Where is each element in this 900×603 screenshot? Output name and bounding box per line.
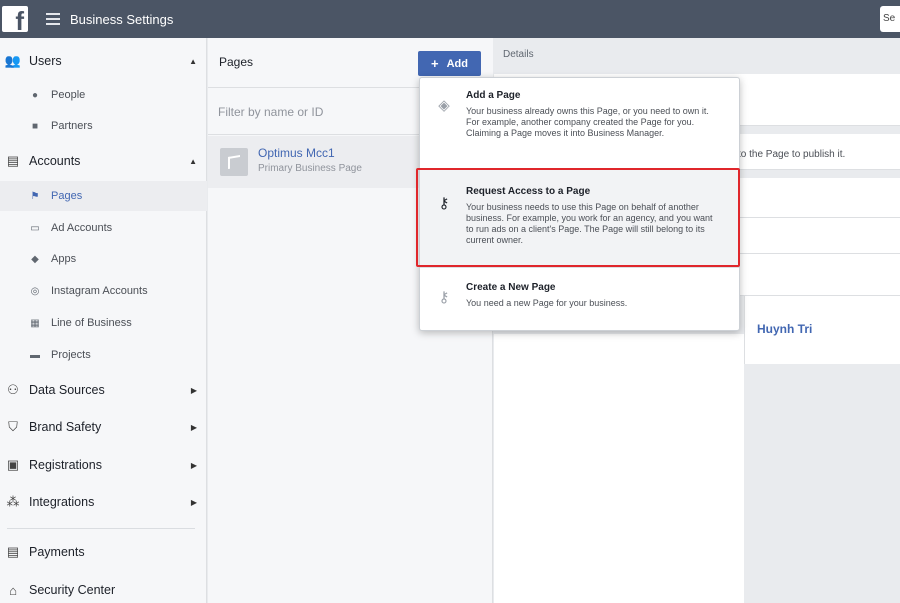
facebook-logo[interactable]: f — [2, 6, 28, 32]
plus-icon: + — [431, 56, 439, 71]
sidebar-item-brand-safety[interactable]: ⛉ Brand Safety ▶ — [0, 412, 207, 442]
data-sources-icon: ⚇ — [7, 382, 19, 397]
menu-item-title: Add a Page — [466, 90, 521, 101]
caret-up-icon: ▲ — [189, 156, 197, 166]
menu-icon[interactable] — [46, 13, 60, 25]
sidebar-item-partners[interactable]: ■ Partners — [0, 111, 207, 141]
cube-icon: ◆ — [31, 253, 39, 265]
instagram-icon: ◎ — [30, 285, 40, 297]
details-content — [494, 334, 744, 603]
sidebar: 👥 Users ▲ ● People ■ Partners ▤ Accounts… — [0, 38, 207, 603]
sidebar-item-security-center[interactable]: ⌂ Security Center — [0, 575, 207, 603]
person-icon: ● — [31, 89, 39, 101]
sidebar-item-projects[interactable]: ▬ Projects — [0, 340, 207, 370]
search-input[interactable]: Se — [880, 6, 900, 32]
people-card: Huynh Tri — [744, 296, 900, 364]
sidebar-item-line-of-business[interactable]: ▦ Line of Business — [0, 308, 207, 338]
shield-icon: ⛉ — [8, 419, 18, 434]
sidebar-item-registrations[interactable]: ▣ Registrations ▶ — [0, 450, 207, 480]
clipboard-icon: ▣ — [6, 457, 20, 472]
payments-icon: ▤ — [6, 544, 20, 559]
menu-item-add-a-page[interactable]: ◈ Add a Page Your business already owns … — [420, 78, 739, 168]
highlight-box — [416, 168, 740, 267]
sidebar-item-payments[interactable]: ▤ Payments — [0, 537, 207, 567]
details-label: Details — [503, 49, 534, 60]
folder-icon: ▬ — [30, 349, 40, 361]
caret-right-icon: ▶ — [190, 385, 197, 395]
caret-up-icon: ▲ — [189, 56, 197, 66]
ad-account-icon: ▭ — [30, 222, 40, 234]
person-name-link[interactable]: Huynh Tri — [757, 322, 812, 336]
lock-icon: ⌂ — [9, 582, 17, 598]
sidebar-item-pages[interactable]: ⚑ Pages — [0, 181, 207, 211]
caret-right-icon: ▶ — [190, 422, 197, 432]
page-subtitle: Primary Business Page — [258, 163, 362, 174]
sidebar-item-instagram-accounts[interactable]: ◎ Instagram Accounts — [0, 276, 207, 306]
sidebar-item-data-sources[interactable]: ⚇ Data Sources ▶ — [0, 375, 207, 405]
menu-item-description: You need a new Page for your business. — [466, 298, 628, 308]
app-title: Business Settings — [70, 11, 174, 27]
accounts-icon: ▤ — [6, 153, 20, 168]
publish-hint-text: to the Page to publish it. — [738, 149, 846, 160]
sidebar-divider — [7, 528, 195, 529]
page-name: Optimus Mcc1 — [258, 146, 335, 160]
menu-item-description: Your business already owns this Page, or… — [466, 106, 709, 138]
users-icon: 👥 — [4, 53, 22, 68]
top-bar: f Business Settings Se — [0, 0, 900, 38]
sidebar-item-ad-accounts[interactable]: ▭ Ad Accounts — [0, 213, 207, 243]
sidebar-item-apps[interactable]: ◆ Apps — [0, 244, 207, 274]
add-button[interactable]: + Add — [418, 51, 481, 76]
sidebar-item-users[interactable]: 👥 Users ▲ — [0, 46, 207, 76]
key-outline-icon: ⚷ — [438, 289, 450, 306]
caret-right-icon: ▶ — [190, 497, 197, 507]
menu-item-create-new-page[interactable]: ⚷ Create a New Page You need a new Page … — [420, 268, 739, 330]
sidebar-item-integrations[interactable]: ⁂ Integrations ▶ — [0, 487, 207, 517]
grid-icon: ▦ — [30, 317, 40, 329]
flag-icon: ⚑ — [30, 190, 40, 202]
briefcase-icon: ■ — [31, 120, 39, 132]
sidebar-item-accounts[interactable]: ▤ Accounts ▲ — [0, 146, 207, 176]
sidebar-item-people[interactable]: ● People — [0, 80, 207, 110]
menu-item-title: Create a New Page — [466, 282, 556, 293]
page-thumbnail-icon — [220, 148, 248, 176]
integrations-icon: ⁂ — [6, 494, 20, 509]
pages-title: Pages — [219, 55, 254, 69]
caret-right-icon: ▶ — [190, 460, 197, 470]
tag-icon: ◈ — [438, 97, 450, 114]
